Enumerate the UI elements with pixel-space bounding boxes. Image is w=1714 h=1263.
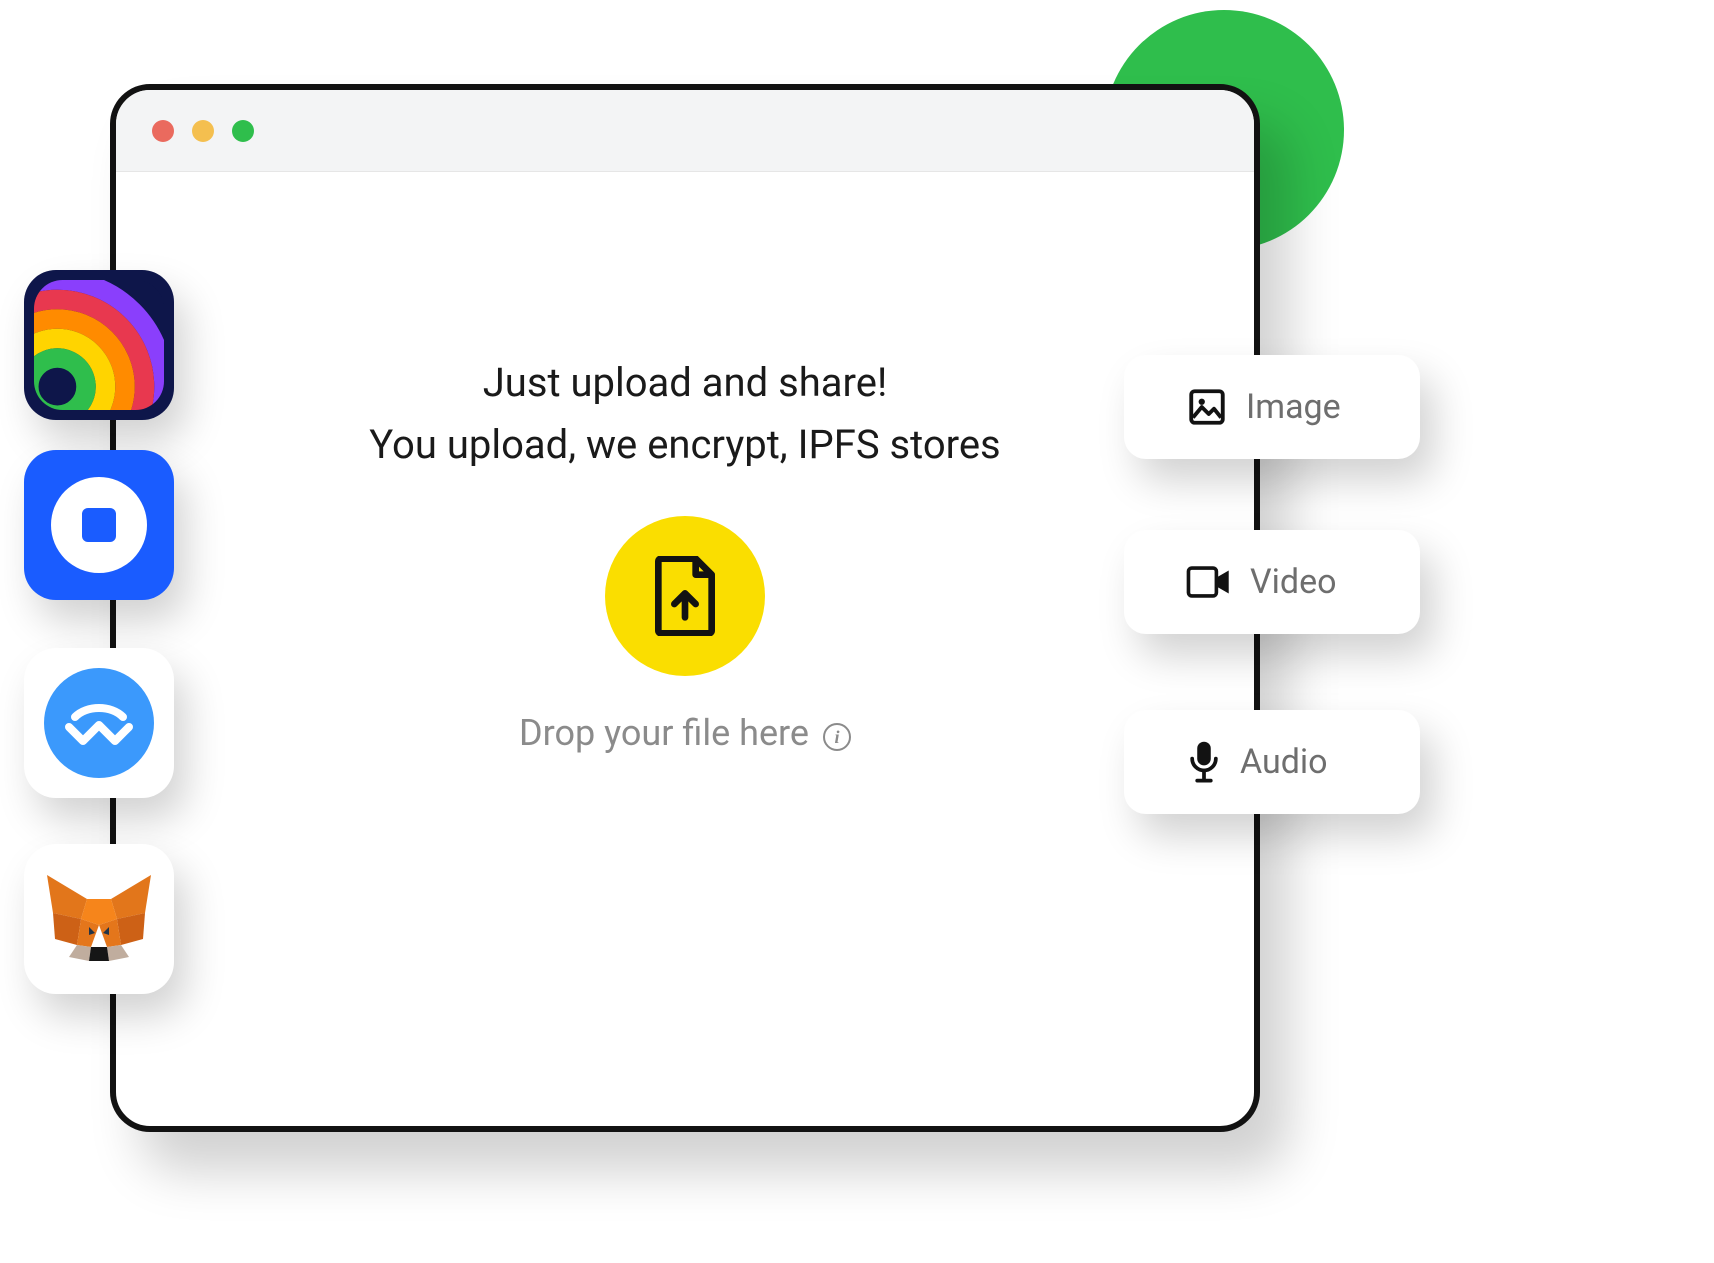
window-minimize-button[interactable] bbox=[192, 120, 214, 142]
window-close-button[interactable] bbox=[152, 120, 174, 142]
media-card-label: Audio bbox=[1240, 742, 1328, 782]
media-card-video[interactable]: Video bbox=[1124, 530, 1420, 634]
wallet-metamask[interactable] bbox=[24, 844, 174, 994]
drop-hint-text: Drop your file here bbox=[519, 712, 809, 754]
window-body: Just upload and share! You upload, we en… bbox=[116, 172, 1254, 1126]
rainbow-icon bbox=[34, 280, 164, 410]
headline-line-1: Just upload and share! bbox=[369, 352, 1000, 414]
media-card-image[interactable]: Image bbox=[1124, 355, 1420, 459]
upload-button[interactable] bbox=[605, 516, 765, 676]
window-titlebar bbox=[116, 90, 1254, 172]
walletconnect-icon bbox=[44, 668, 154, 778]
media-card-label: Image bbox=[1246, 387, 1341, 427]
wallet-walletconnect[interactable] bbox=[24, 648, 174, 798]
coinbase-icon bbox=[51, 477, 147, 573]
headline: Just upload and share! You upload, we en… bbox=[369, 352, 1000, 476]
media-card-audio[interactable]: Audio bbox=[1124, 710, 1420, 814]
media-card-label: Video bbox=[1250, 562, 1337, 602]
headline-line-2: You upload, we encrypt, IPFS stores bbox=[369, 414, 1000, 476]
audio-icon bbox=[1186, 740, 1222, 784]
metamask-icon bbox=[45, 869, 153, 969]
browser-window: Just upload and share! You upload, we en… bbox=[110, 84, 1260, 1132]
upload-file-icon bbox=[652, 556, 718, 636]
video-icon bbox=[1186, 564, 1232, 600]
window-maximize-button[interactable] bbox=[232, 120, 254, 142]
info-icon[interactable]: i bbox=[823, 723, 851, 751]
image-icon bbox=[1186, 386, 1228, 428]
wallet-coinbase[interactable] bbox=[24, 450, 174, 600]
drop-hint: Drop your file here i bbox=[519, 712, 851, 754]
wallet-rainbow[interactable] bbox=[24, 270, 174, 420]
